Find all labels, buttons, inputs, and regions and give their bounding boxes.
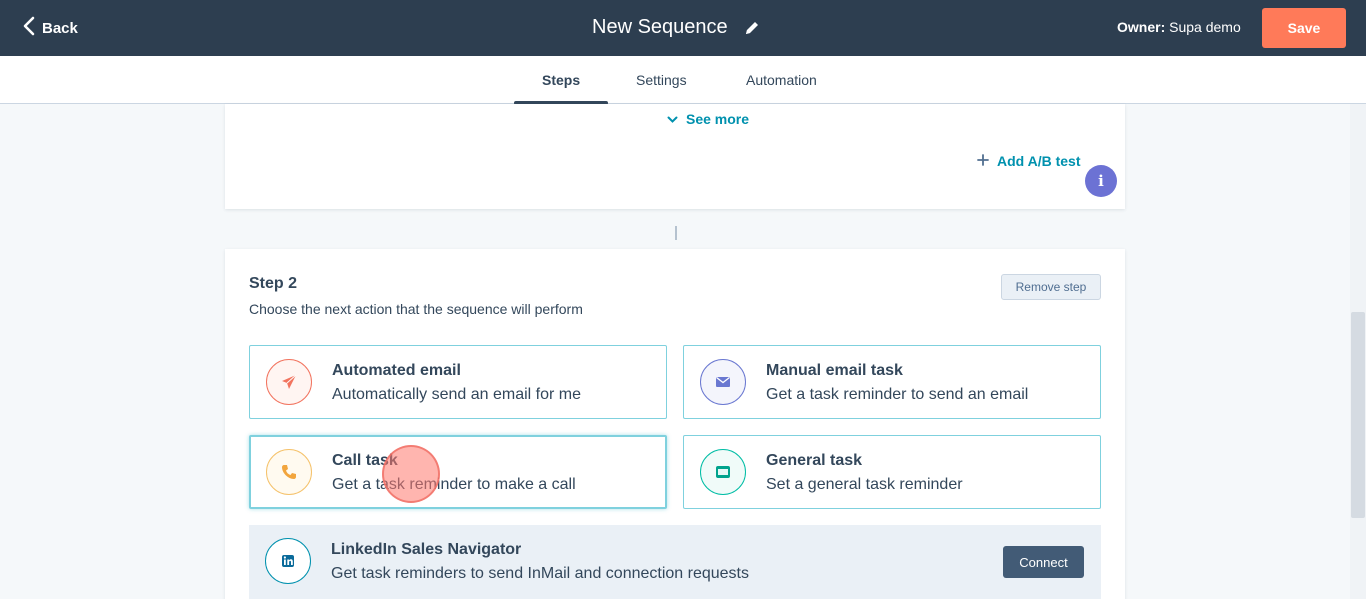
paper-plane-icon xyxy=(266,359,312,405)
option-description: Get a task reminder to make a call xyxy=(332,476,576,493)
top-bar: Back New Sequence Owner: Supa demo Save xyxy=(0,0,1366,56)
task-icon xyxy=(700,449,746,495)
option-title: General task xyxy=(766,452,863,469)
tab-settings[interactable]: Settings xyxy=(636,72,687,88)
linkedin-sales-navigator-option: LinkedIn Sales Navigator Get task remind… xyxy=(249,525,1101,599)
remove-step-button[interactable]: Remove step xyxy=(1001,274,1101,300)
linkedin-title: LinkedIn Sales Navigator xyxy=(331,541,522,558)
owner-info: Owner: Supa demo xyxy=(1117,19,1241,35)
tab-steps[interactable]: Steps xyxy=(542,72,580,88)
option-automated-email[interactable]: Automated email Automatically send an em… xyxy=(249,345,667,419)
step-title: Step 2 xyxy=(249,275,298,292)
option-manual-email-task[interactable]: Manual email task Get a task reminder to… xyxy=(683,345,1101,419)
back-button[interactable]: Back xyxy=(22,16,78,40)
option-description: Get a task reminder to send an email xyxy=(766,386,1029,403)
see-more-label: See more xyxy=(686,111,750,127)
option-title: Automated email xyxy=(332,362,461,379)
see-more-link[interactable]: See more xyxy=(667,111,749,127)
phone-icon xyxy=(266,449,312,495)
add-ab-test-label: Add A/B test xyxy=(997,153,1081,169)
plus-icon xyxy=(977,153,989,169)
chevron-left-icon xyxy=(22,16,36,40)
connect-button[interactable]: Connect xyxy=(1003,546,1084,578)
option-title: Call task xyxy=(332,452,398,469)
step-description: Choose the next action that the sequence… xyxy=(249,301,583,317)
step-connector xyxy=(675,226,677,240)
pencil-icon[interactable] xyxy=(744,20,760,36)
add-ab-test-link[interactable]: Add A/B test xyxy=(977,153,1080,169)
linkedin-icon xyxy=(265,538,311,584)
envelope-icon xyxy=(700,359,746,405)
sequence-title-group: New Sequence xyxy=(592,16,760,39)
sequence-title: New Sequence xyxy=(592,16,728,38)
scrollbar-thumb[interactable] xyxy=(1351,312,1365,518)
option-general-task[interactable]: General task Set a general task reminder xyxy=(683,435,1101,509)
tab-automation[interactable]: Automation xyxy=(746,72,817,88)
info-icon[interactable]: i xyxy=(1085,165,1117,197)
linkedin-description: Get task reminders to send InMail and co… xyxy=(331,565,749,582)
owner-label: Owner: xyxy=(1117,19,1166,35)
option-title: Manual email task xyxy=(766,362,903,379)
option-call-task[interactable]: Call task Get a task reminder to make a … xyxy=(249,435,667,509)
save-button[interactable]: Save xyxy=(1262,8,1346,48)
option-description: Automatically send an email for me xyxy=(332,386,581,403)
chevron-down-icon xyxy=(667,111,678,127)
back-label: Back xyxy=(42,19,78,37)
owner-name: Supa demo xyxy=(1169,19,1241,35)
option-description: Set a general task reminder xyxy=(766,476,963,493)
tab-bar: Steps Settings Automation xyxy=(0,56,1366,105)
